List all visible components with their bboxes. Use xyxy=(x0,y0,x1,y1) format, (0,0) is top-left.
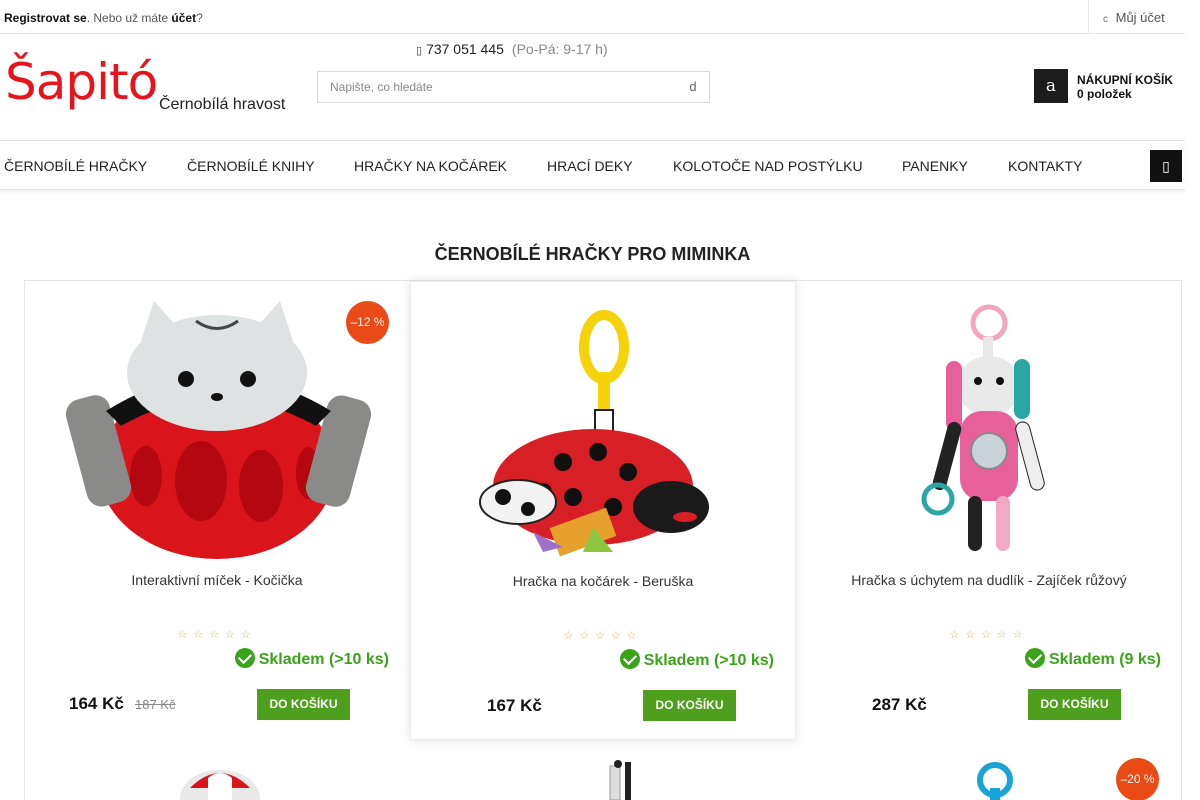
nav-item-hracky-na-kocarek[interactable]: HRAČKY NA KOČÁREK xyxy=(354,158,507,174)
product-image[interactable] xyxy=(433,302,775,560)
rating-stars: ☆☆☆☆☆ xyxy=(563,630,643,642)
register-prompt-text: . Nebo už máte xyxy=(86,11,172,25)
nav-item-cernobile-hracky[interactable]: ČERNOBÍLÉ HRAČKY xyxy=(4,158,147,174)
user-icon: c xyxy=(1103,14,1108,25)
rating-stars: ☆☆☆☆☆ xyxy=(949,629,1029,641)
product-image[interactable] xyxy=(818,301,1160,559)
main-navigation: ČERNOBÍLÉ HRAČKY ČERNOBÍLÉ KNIHY HRAČKY … xyxy=(0,140,1185,190)
logo-tagline: Černobílá hravost xyxy=(159,96,286,113)
cart-icon[interactable]: a xyxy=(1034,69,1068,103)
phone-icon: ▯ xyxy=(416,45,423,57)
phone-number[interactable]: 737 051 445 xyxy=(426,41,504,57)
logo-text: Šapitó xyxy=(5,53,158,111)
login-link[interactable]: účet xyxy=(171,11,196,25)
stock-label: Skladem xyxy=(258,651,325,668)
chevron-down-icon: ▯ xyxy=(1162,158,1170,174)
product-card[interactable]: Hračka na kočárek - Beruška ☆☆☆☆☆ Sklade… xyxy=(410,281,796,740)
stock-label: Skladem xyxy=(643,652,710,669)
stock-count: (9 ks) xyxy=(1119,651,1161,668)
rating-stars: ☆☆☆☆☆ xyxy=(177,629,257,641)
shopping-cart[interactable]: a NÁKUPNÍ KOŠÍK 0 položek xyxy=(1034,69,1184,105)
check-icon xyxy=(234,648,255,668)
search-icon: d xyxy=(689,79,697,94)
product-image[interactable] xyxy=(590,758,650,800)
add-to-cart-button[interactable]: DO KOŠÍKU xyxy=(643,690,736,721)
search-input[interactable] xyxy=(318,72,678,102)
product-name[interactable]: Hračka na kočárek - Beruška xyxy=(411,573,795,589)
product-price: 167 Kč xyxy=(487,696,542,715)
check-icon xyxy=(619,649,640,669)
contact-phone: ▯ 737 051 445 (Po-Pá: 9-17 h) xyxy=(416,41,608,57)
discount-badge: –12 % xyxy=(346,301,389,344)
product-name[interactable]: Interaktivní míček - Kočička xyxy=(24,572,410,588)
product-price: 164 Kč xyxy=(69,694,124,713)
section-title: ČERNOBÍLÉ HRAČKY PRO MIMINKA xyxy=(434,244,751,264)
product-image[interactable] xyxy=(970,758,1020,800)
register-prompt: Registrovat se. Nebo už máte účet? xyxy=(4,11,203,25)
search-box: d xyxy=(317,71,710,103)
top-bar: Registrovat se. Nebo už máte účet? c Můj… xyxy=(0,0,1185,34)
nav-item-panenky[interactable]: PANENKY xyxy=(902,158,968,174)
stock-count: (>10 ks) xyxy=(328,651,389,668)
product-image[interactable] xyxy=(46,301,388,559)
stock-status: Skladem (>10 ks) xyxy=(619,649,774,670)
stock-status: Skladem (9 ks) xyxy=(1024,648,1161,669)
product-name[interactable]: Hračka s úchytem na dudlík - Zajíček růž… xyxy=(796,572,1182,588)
nav-item-hraci-deky[interactable]: HRACÍ DEKY xyxy=(547,158,633,174)
register-prompt-end: ? xyxy=(196,11,203,25)
search-button[interactable]: d xyxy=(677,72,709,102)
opening-hours: (Po-Pá: 9-17 h) xyxy=(511,41,608,57)
cart-item-count: 0 položek xyxy=(1077,87,1132,101)
product-price: 287 Kč xyxy=(872,695,927,714)
nav-item-kolotoce[interactable]: KOLOTOČE NAD POSTÝLKU xyxy=(673,158,863,174)
add-to-cart-button[interactable]: DO KOŠÍKU xyxy=(1028,689,1121,720)
stock-status: Skladem (>10 ks) xyxy=(234,648,389,669)
nav-expand-button[interactable]: ▯ xyxy=(1150,150,1182,182)
cart-title: NÁKUPNÍ KOŠÍK xyxy=(1077,73,1174,87)
product-card[interactable]: Hračka s úchytem na dudlík - Zajíček růž… xyxy=(796,281,1182,740)
check-icon xyxy=(1024,648,1045,668)
product-card[interactable]: –12 % Interaktivní míček - Kočička ☆☆☆☆☆… xyxy=(24,281,410,740)
product-old-price: 187 Kč xyxy=(135,697,176,712)
my-account-button[interactable]: c Můj účet xyxy=(1088,0,1185,34)
stock-label: Skladem xyxy=(1048,651,1115,668)
product-image[interactable] xyxy=(180,758,270,800)
discount-badge: –20 % xyxy=(1116,758,1159,800)
nav-item-cernobile-knihy[interactable]: ČERNOBÍLÉ KNIHY xyxy=(187,158,315,174)
stock-count: (>10 ks) xyxy=(713,652,774,669)
my-account-label: Můj účet xyxy=(1115,10,1165,25)
site-logo[interactable]: Šapitó Černobílá hravost xyxy=(5,53,295,123)
add-to-cart-button[interactable]: DO KOŠÍKU xyxy=(257,689,350,720)
nav-item-kontakty[interactable]: KONTAKTY xyxy=(1008,158,1082,174)
register-link[interactable]: Registrovat se xyxy=(4,11,87,25)
